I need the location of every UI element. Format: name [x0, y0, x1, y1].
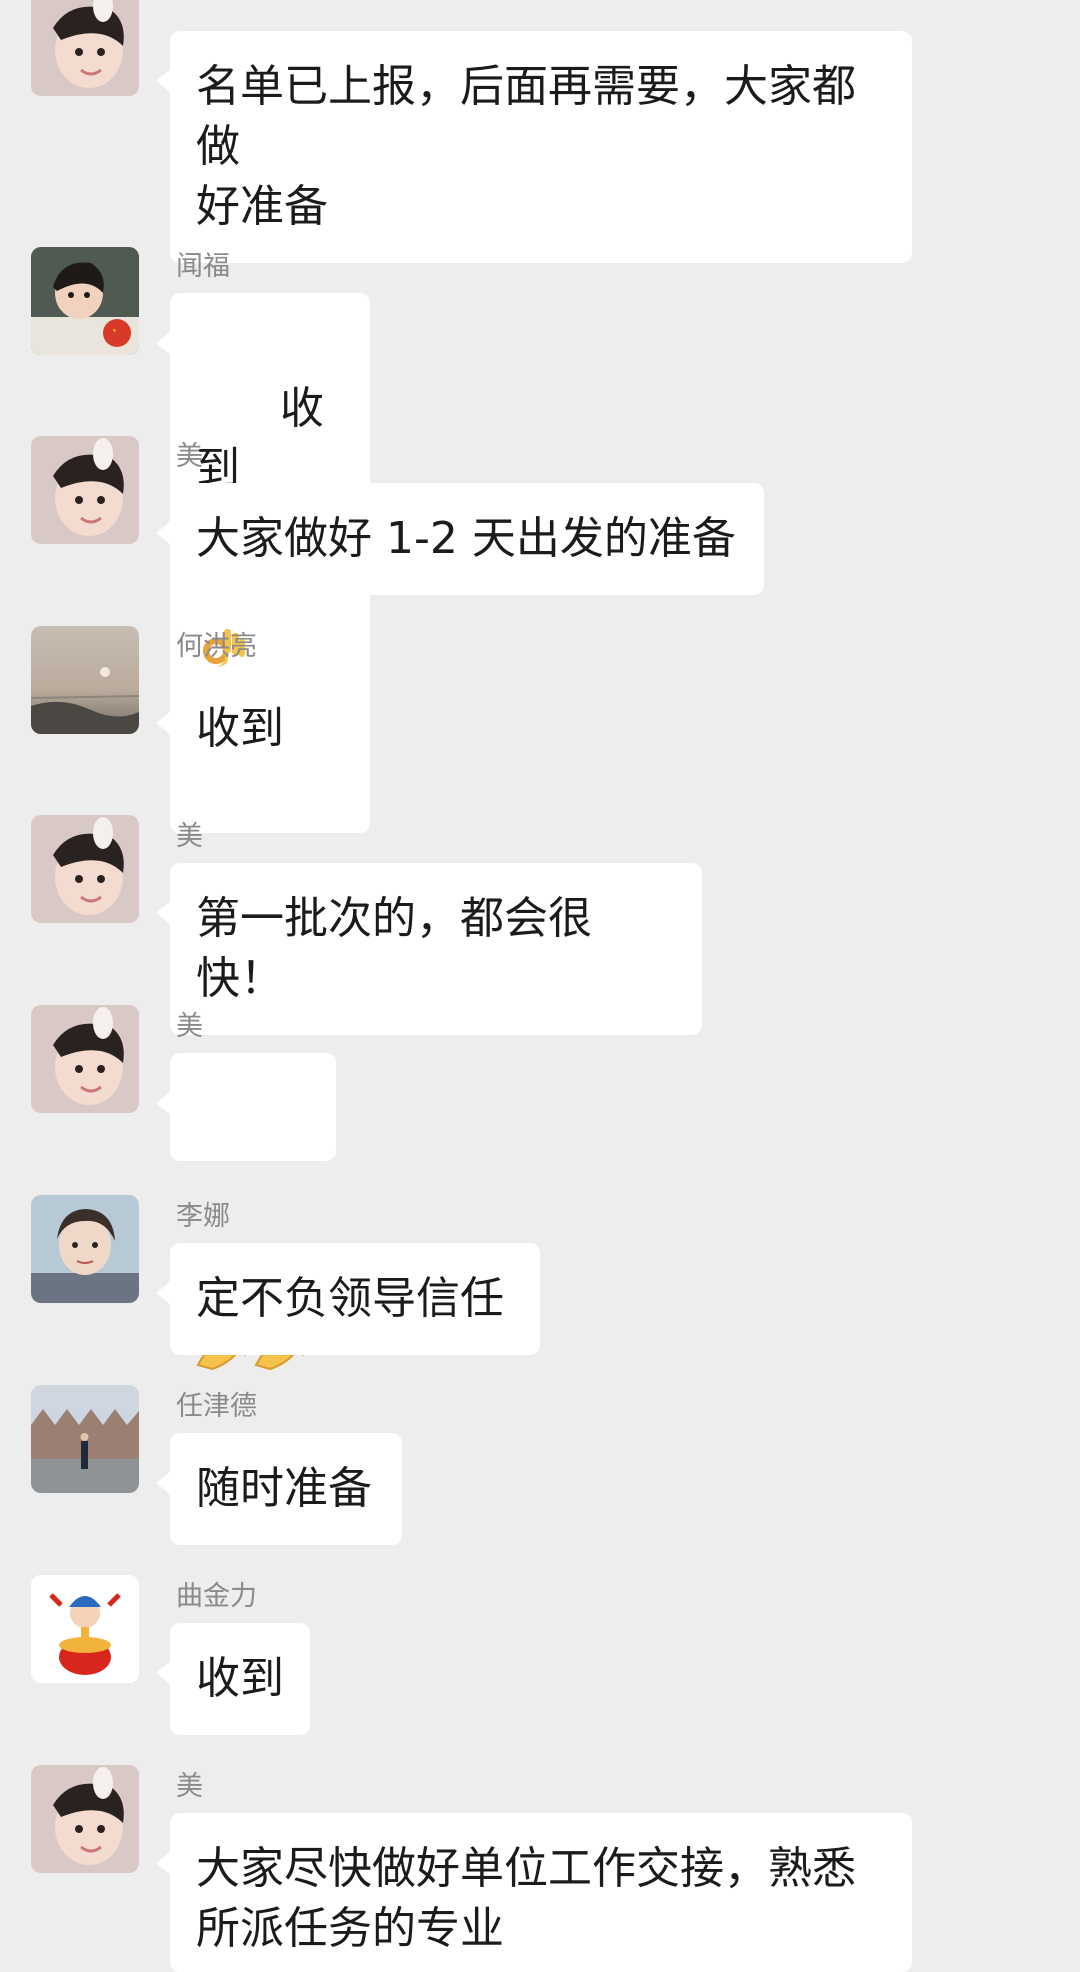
girl-bunny-ears-avatar [31, 1765, 139, 1873]
sender-name: 何洪亮 [176, 631, 257, 662]
message-bubble[interactable]: 大家尽快做好单位工作交接，熟悉 所派任务的专业 [156, 1813, 912, 1972]
avatar[interactable] [31, 0, 139, 96]
girl-bunny-ears-avatar [31, 0, 139, 96]
avatar[interactable] [31, 1765, 139, 1873]
avatar[interactable] [31, 1195, 139, 1303]
message-bubble[interactable]: 名单已上报，后面再需要，大家都做 好准备 [156, 31, 912, 263]
sender-name: 美 [176, 1771, 203, 1802]
message-bubble[interactable] [156, 1053, 336, 1371]
chat-message-list: 名单已上报，后面再需要，大家都做 好准备 闻福 收到 美 大家做好 1-2 天出… [0, 0, 1080, 1972]
sender-name: 美 [176, 1011, 203, 1042]
sender-name: 闻福 [176, 251, 230, 282]
girl-bunny-ears-avatar [31, 1005, 139, 1113]
message-bubble[interactable]: 第一批次的，都会很快！ [156, 863, 702, 1035]
cartoon-drum-avatar [31, 1575, 139, 1683]
girl-bunny-ears-avatar [31, 815, 139, 923]
message-bubble[interactable]: 收到 [156, 673, 310, 785]
child-with-flag-avatar [31, 247, 139, 355]
sender-name: 美 [176, 821, 203, 852]
message-bubble[interactable]: 随时准备 [156, 1433, 402, 1545]
sender-name: 美 [176, 441, 203, 472]
avatar[interactable] [31, 436, 139, 544]
sender-name: 李娜 [176, 1201, 230, 1232]
message-bubble[interactable]: 收到 [156, 1623, 310, 1735]
avatar[interactable] [31, 1005, 139, 1113]
avatar[interactable] [31, 815, 139, 923]
girl-bunny-ears-avatar [31, 436, 139, 544]
seaside-sunset-avatar [31, 626, 139, 734]
message-bubble[interactable]: 大家做好 1-2 天出发的准备 [156, 483, 764, 595]
avatar[interactable] [31, 1575, 139, 1683]
avatar[interactable] [31, 247, 139, 355]
sender-name: 任津德 [176, 1391, 257, 1422]
buildings-plaza-avatar [31, 1385, 139, 1493]
sender-name: 曲金力 [176, 1581, 257, 1612]
avatar[interactable] [31, 1385, 139, 1493]
message-bubble[interactable]: 定不负领导信任 [156, 1243, 540, 1355]
woman-portrait-avatar [31, 1195, 139, 1303]
avatar[interactable] [31, 626, 139, 734]
message-text: 收到 [196, 383, 324, 494]
